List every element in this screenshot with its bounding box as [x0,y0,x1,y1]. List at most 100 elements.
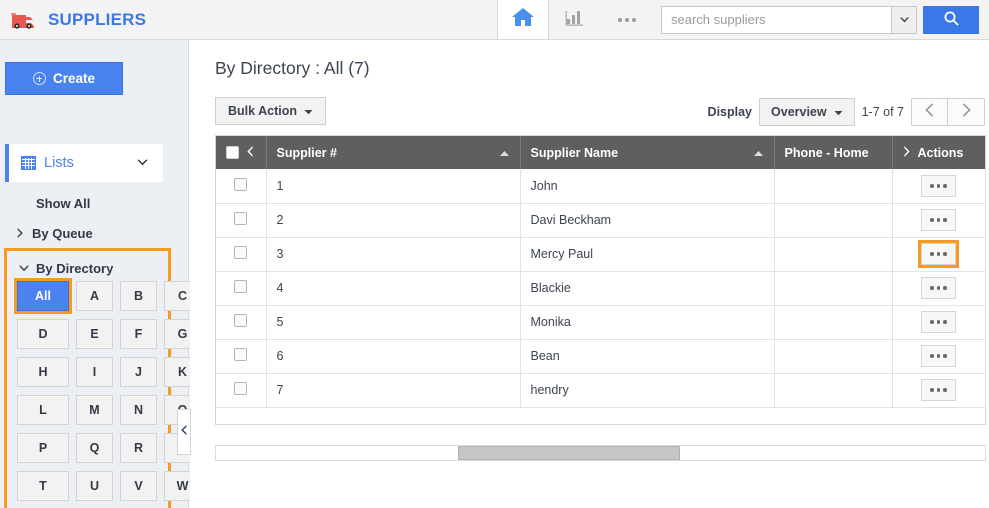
row-checkbox-cell[interactable] [216,373,267,408]
caret-down-icon [834,105,843,119]
directory-letter-v[interactable]: V [120,471,157,501]
directory-letter-q[interactable]: Q [76,433,113,463]
sidebar-item-by-directory[interactable]: By Directory [7,255,182,281]
sidebar-item-lists[interactable]: Lists [5,144,163,182]
directory-letter-u[interactable]: U [76,471,113,501]
row-actions-button[interactable] [918,240,959,268]
row-checkbox-cell[interactable] [216,271,267,306]
sidebar-item-by-directory-label: By Directory [36,260,114,276]
directory-letter-l[interactable]: L [17,395,69,425]
row-checkbox[interactable] [234,382,248,395]
display-mode-dropdown[interactable]: Overview [759,98,855,126]
row-checkbox[interactable] [234,348,248,361]
row-checkbox[interactable] [234,177,248,191]
row-checkbox[interactable] [234,212,248,225]
display-mode-value: Overview [771,105,827,119]
more-menu-button[interactable] [601,0,653,39]
directory-letter-b[interactable]: B [120,281,157,311]
row-actions-button[interactable] [921,209,956,231]
cell-supplier-name: hendry [520,373,775,408]
bulk-action-button[interactable]: Bulk Action [215,97,326,125]
table-horizontal-scrollbar[interactable] [215,445,986,461]
next-page-button[interactable] [948,98,985,126]
scrollbar-thumb[interactable] [458,446,680,460]
directory-letter-m[interactable]: M [76,395,113,425]
directory-letter-h[interactable]: H [17,357,69,387]
row-checkbox[interactable] [234,280,248,293]
cell-phone-home [774,339,893,374]
create-button[interactable]: Create [5,62,123,95]
row-checkbox-cell[interactable] [216,203,267,238]
sidebar-item-by-queue[interactable]: By Queue [0,220,175,246]
sidebar-item-show-all[interactable]: Show All [0,190,175,216]
table-row[interactable]: 6 Bean [216,339,986,374]
table-header-row: Supplier # Supplier Name Phone - Home Ac… [216,136,985,169]
more-dots-icon [618,17,636,22]
cell-supplier-name: John [520,169,775,204]
search-submit-button[interactable] [923,5,979,34]
cell-actions[interactable] [892,271,986,306]
row-checkbox[interactable] [234,314,248,327]
table-row[interactable]: 1 John [216,169,986,204]
delivery-truck-icon [10,10,40,30]
directory-letter-a[interactable]: A [76,281,113,311]
cell-actions[interactable] [892,305,986,340]
row-actions-button[interactable] [921,345,956,367]
row-checkbox-cell[interactable] [216,237,267,272]
sort-asc-icon[interactable] [499,146,510,160]
column-header-phone-home[interactable]: Phone - Home [774,136,893,169]
suppliers-table: Supplier # Supplier Name Phone - Home Ac… [216,136,986,408]
search-input[interactable] [661,5,891,34]
column-header-checkbox[interactable] [216,136,267,169]
sort-asc-icon[interactable] [753,146,764,160]
row-actions-button[interactable] [921,277,956,299]
bulk-action-label: Bulk Action [228,104,297,118]
chevron-down-icon [899,11,910,29]
directory-letter-all[interactable]: All [14,278,72,314]
row-actions-button[interactable] [921,311,956,333]
search-area [661,5,989,34]
cell-supplier-num: 4 [266,271,521,306]
reports-button[interactable] [549,0,601,39]
column-header-actions[interactable]: Actions [892,136,985,169]
table-row[interactable]: 2 Davi Beckham [216,203,986,238]
directory-letter-t[interactable]: T [17,471,69,501]
cell-supplier-name: Blackie [520,271,775,306]
directory-letter-i[interactable]: I [76,357,113,387]
cell-actions[interactable] [892,373,986,408]
cell-actions[interactable] [892,339,986,374]
row-checkbox-cell[interactable] [216,339,267,374]
row-checkbox-cell[interactable] [216,305,267,340]
table-row[interactable]: 7 hendry [216,373,986,408]
directory-letter-j[interactable]: J [120,357,157,387]
directory-letter-f[interactable]: F [120,319,157,349]
cell-actions[interactable] [892,237,986,272]
suppliers-app: SUPPLIERS search suppliers Create Lists … [0,0,989,508]
select-all-checkbox[interactable] [226,146,239,159]
caret-down-icon [304,104,313,118]
directory-letter-d[interactable]: D [17,319,69,349]
row-checkbox-cell[interactable] [216,169,267,204]
directory-letter-e[interactable]: E [76,319,113,349]
cell-actions[interactable] [892,203,986,238]
directory-letter-p[interactable]: P [17,433,69,463]
table-row[interactable]: 3 Mercy Paul [216,237,986,272]
directory-letter-n[interactable]: N [120,395,157,425]
row-actions-button[interactable] [921,174,956,197]
home-button[interactable] [497,0,549,39]
column-header-supplier-num[interactable]: Supplier # [266,136,521,169]
row-checkbox[interactable] [234,246,248,259]
chevron-right-icon[interactable] [903,145,911,161]
chevron-left-icon[interactable] [246,145,254,161]
column-header-supplier-name[interactable]: Supplier Name [520,136,775,169]
table-row[interactable]: 4 Blackie [216,271,986,306]
table-row[interactable]: 5 Monika [216,305,986,340]
cell-supplier-name: Monika [520,305,775,340]
cell-phone-home [774,305,893,340]
directory-letter-r[interactable]: R [120,433,157,463]
prev-page-button[interactable] [911,98,948,126]
cell-actions[interactable] [892,169,986,204]
row-actions-button[interactable] [921,379,956,401]
search-scope-dropdown[interactable] [891,5,917,34]
sidebar-collapse-handle[interactable] [177,409,191,455]
